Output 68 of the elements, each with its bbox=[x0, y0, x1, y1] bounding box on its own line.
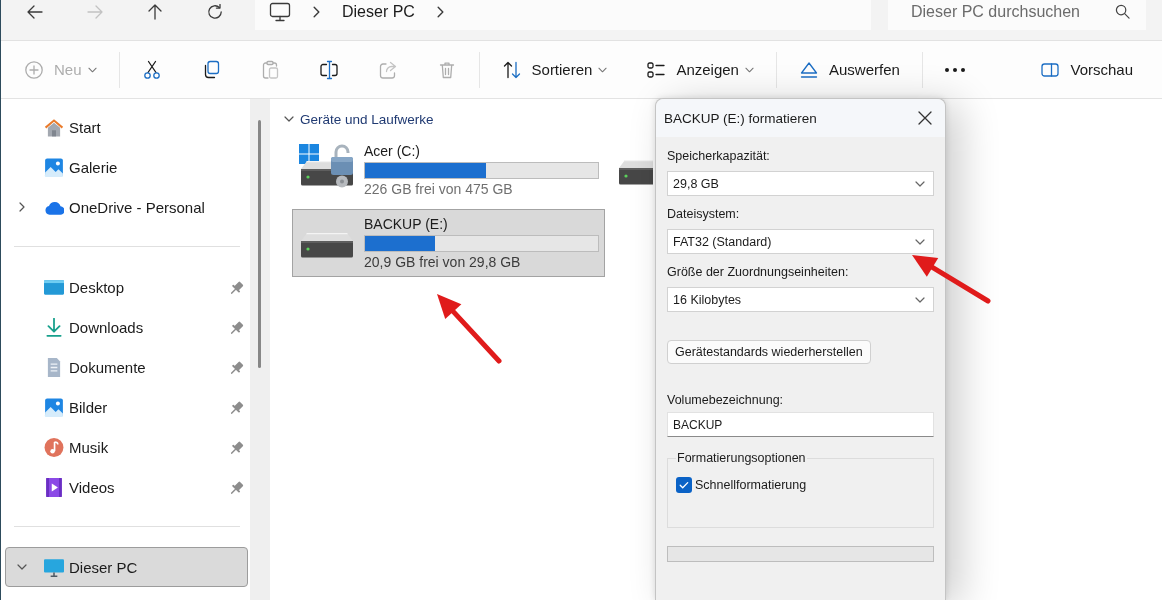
drive-label: Acer (C:) bbox=[364, 142, 421, 160]
eject-button[interactable]: Auswerfen bbox=[788, 51, 910, 88]
share-icon bbox=[377, 59, 398, 80]
chevron-down-icon bbox=[915, 296, 925, 303]
house-icon bbox=[44, 117, 64, 137]
dropdown[interactable]: FAT32 (Standard) bbox=[667, 229, 934, 254]
drive-icon bbox=[299, 232, 355, 258]
dialog-title: BACKUP (E:) formatieren bbox=[664, 110, 817, 126]
view-button[interactable]: Anzeigen bbox=[636, 51, 764, 88]
sidebar-item[interactable]: Desktop bbox=[5, 267, 248, 307]
dropdown[interactable]: 16 Kilobytes bbox=[667, 287, 934, 312]
free-space-text: 20,9 GB frei von 29,8 GB bbox=[364, 253, 522, 272]
sidebar-item[interactable]: Downloads bbox=[5, 307, 248, 347]
sidebar-item[interactable]: Bilder bbox=[5, 387, 248, 427]
scissors-icon bbox=[141, 59, 162, 80]
monitor-icon bbox=[44, 557, 64, 577]
field-label: Dateisystem: bbox=[667, 206, 741, 222]
scrollbar-thumb[interactable] bbox=[258, 120, 261, 368]
dropdown[interactable]: 29,8 GB bbox=[667, 171, 934, 196]
sidebar-item[interactable]: Videos bbox=[5, 467, 248, 507]
search-input[interactable]: Dieser PC durchsuchen bbox=[911, 2, 1107, 21]
sidebar-item[interactable]: Musik bbox=[5, 427, 248, 467]
sidebar-item[interactable]: Dokumente bbox=[5, 347, 248, 387]
monitor-icon bbox=[269, 1, 291, 22]
gallery-icon bbox=[44, 157, 64, 177]
plus-circle-icon bbox=[24, 59, 44, 80]
free-space-text: 226 GB frei von 475 GB bbox=[364, 180, 514, 199]
chevron-right-icon bbox=[313, 5, 320, 18]
address-bar[interactable]: Dieser PC bbox=[255, 0, 871, 30]
sidebar-item[interactable]: OneDrive - Personal bbox=[5, 187, 248, 227]
picture-icon bbox=[44, 397, 64, 417]
preview-button[interactable]: Vorschau bbox=[1030, 51, 1143, 88]
text-field[interactable]: BACKUP bbox=[667, 412, 934, 437]
chevron-down-icon bbox=[915, 180, 925, 187]
drive-label: BACKUP (E:) bbox=[364, 215, 449, 233]
chevron-down-icon bbox=[915, 238, 925, 245]
field-label: Speicherkapazität: bbox=[667, 148, 771, 164]
music-note-icon bbox=[44, 437, 64, 457]
close-icon bbox=[918, 111, 932, 125]
field-label: Größe der Zuordnungseinheiten: bbox=[667, 264, 850, 280]
drive-tile[interactable]: BACKUP (E:) 20,9 GB frei von 29,8 GB bbox=[292, 209, 605, 277]
list-view-icon bbox=[646, 59, 667, 80]
section-header[interactable]: Geräte und Laufwerke bbox=[284, 108, 434, 130]
search-icon bbox=[1115, 4, 1130, 19]
arrow-right-icon bbox=[87, 3, 103, 20]
checkbox-label: Schnellformatierung bbox=[695, 478, 807, 492]
video-icon bbox=[44, 477, 64, 497]
sidebar-item[interactable]: Start bbox=[5, 107, 248, 147]
field-label: Volumebezeichnung: bbox=[667, 392, 785, 408]
ellipsis-icon bbox=[944, 67, 965, 72]
arrow-up-icon bbox=[147, 3, 163, 20]
sidebar-item[interactable]: Dieser PC bbox=[5, 547, 248, 587]
sort-icon bbox=[501, 59, 522, 80]
breadcrumb-item[interactable]: Dieser PC bbox=[342, 2, 415, 21]
dialog-button[interactable]: Gerätestandards wiederherstellen bbox=[667, 340, 871, 364]
refresh-icon bbox=[207, 3, 223, 20]
desktop-icon bbox=[44, 277, 64, 297]
arrow-left-icon bbox=[27, 3, 43, 20]
download-icon bbox=[44, 317, 64, 337]
rename-icon bbox=[318, 59, 339, 80]
sort-button[interactable]: Sortieren bbox=[491, 51, 618, 88]
sidebar-item[interactable]: Galerie bbox=[5, 147, 248, 187]
drive-tile[interactable]: Acer (C:) 226 GB frei von 475 GB bbox=[292, 136, 605, 204]
group-title: Formatierungsoptionen bbox=[676, 450, 807, 466]
checkbox[interactable] bbox=[676, 477, 692, 493]
system-drive-icon bbox=[299, 144, 355, 188]
chevron-right-icon bbox=[436, 5, 444, 18]
search-box[interactable]: Dieser PC durchsuchen bbox=[888, 0, 1146, 30]
